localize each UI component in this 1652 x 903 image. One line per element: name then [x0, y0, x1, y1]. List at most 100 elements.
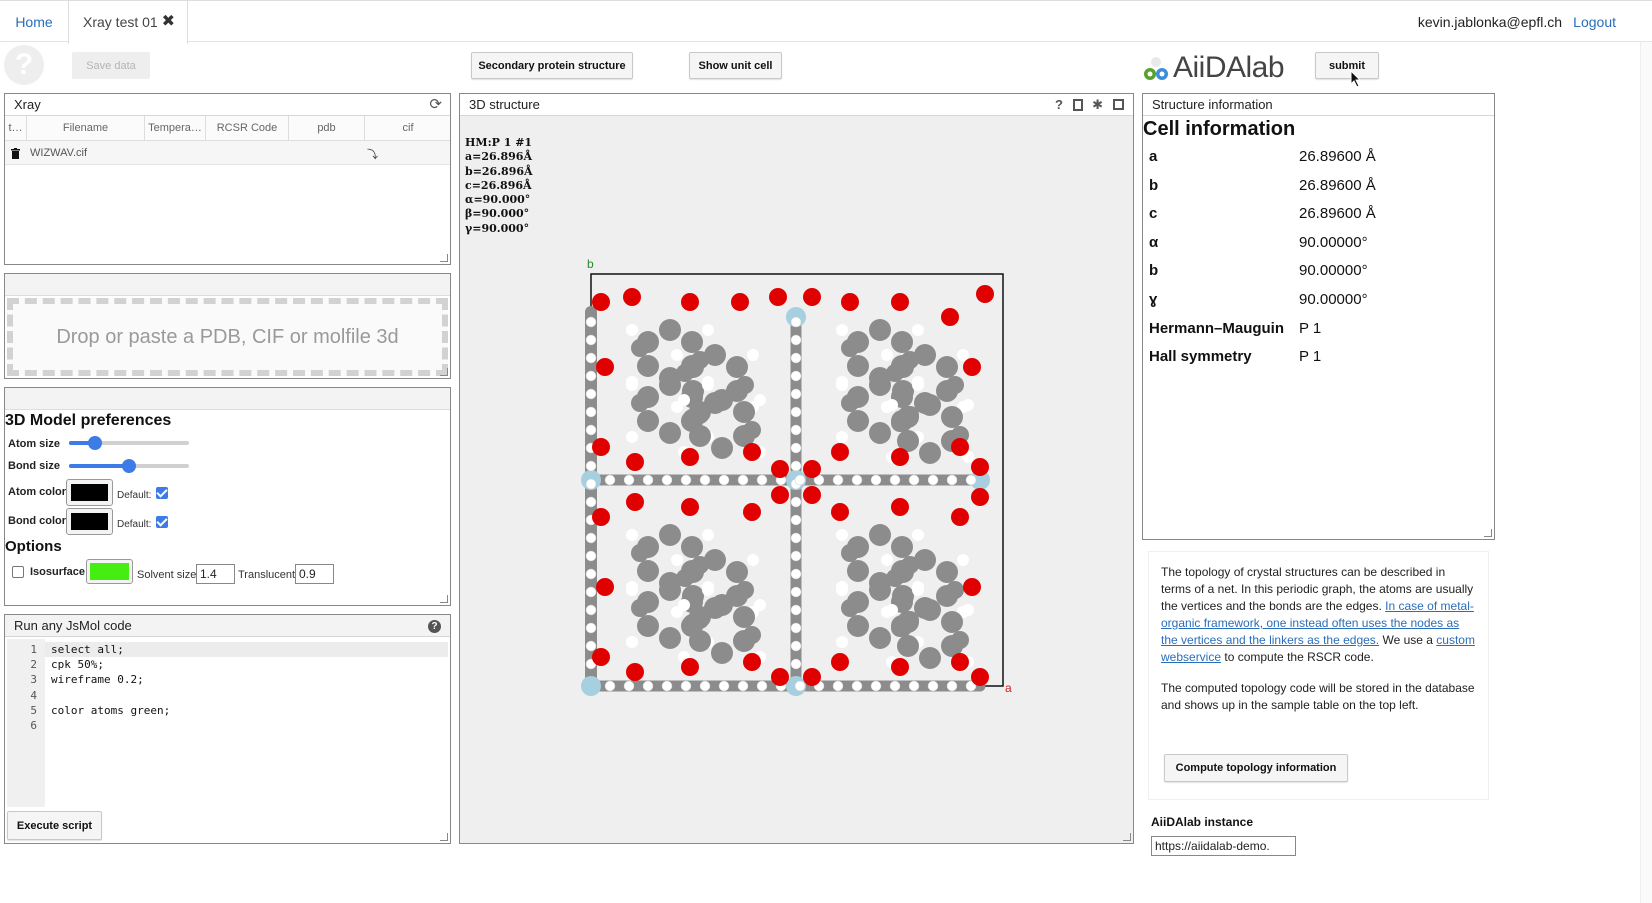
- col-header[interactable]: RCSR Code: [206, 116, 289, 140]
- info-key: c: [1149, 205, 1158, 223]
- atom-color-picker[interactable]: [66, 479, 113, 506]
- download-icon[interactable]: ⤵: [367, 146, 378, 162]
- info-key: Hermann–Mauguin: [1149, 319, 1285, 337]
- resize-handle[interactable]: [1484, 529, 1492, 537]
- atom-color-swatch: [71, 484, 108, 501]
- xray-panel-title: Xray: [14, 97, 41, 112]
- col-header[interactable]: Filename: [27, 116, 145, 140]
- solvent-size-input[interactable]: 1.4: [196, 564, 235, 584]
- atom-default-checkbox[interactable]: [156, 487, 168, 499]
- logout-link[interactable]: Logout: [1573, 1, 1616, 43]
- carbon-atom: [726, 561, 748, 583]
- tab-xray-test[interactable]: Xray test 01 ✖: [68, 1, 188, 44]
- isosurface-color-picker[interactable]: [86, 559, 133, 584]
- bond-default-checkbox[interactable]: [156, 516, 168, 528]
- hydrogen-atom: [962, 604, 974, 616]
- help-icon[interactable]: ?: [4, 45, 44, 85]
- carbon-atom: [869, 627, 891, 649]
- oxygen-atom: [592, 508, 610, 526]
- hydrogen-atom: [794, 474, 806, 486]
- copy-icon[interactable]: [1073, 99, 1083, 111]
- resize-handle[interactable]: [440, 595, 448, 603]
- translucent-label: Translucent:: [238, 569, 299, 581]
- col-header[interactable]: cif: [365, 116, 451, 140]
- hydrogen-atom: [680, 474, 692, 486]
- atom-size-label: Atom size: [8, 438, 60, 450]
- translucent-input[interactable]: 0.9: [295, 564, 334, 584]
- execute-script-button[interactable]: Execute script: [7, 811, 102, 840]
- instance-input[interactable]: https://aiidalab-demo.: [1151, 836, 1296, 856]
- info-key: a: [1149, 148, 1158, 165]
- oxygen-atom: [681, 658, 699, 676]
- code-line: 5 color atoms green;: [7, 703, 448, 718]
- hydrogen-atom: [678, 599, 690, 611]
- help-icon[interactable]: ?: [1055, 94, 1063, 116]
- submit-button[interactable]: submit: [1315, 52, 1379, 79]
- drop-zone[interactable]: Drop or paste a PDB, CIF or molfile 3d: [7, 298, 448, 376]
- help-circle-icon[interactable]: ?: [428, 620, 441, 633]
- bond-color-swatch: [71, 513, 108, 530]
- instance-label: AiiDAlab instance: [1151, 815, 1254, 829]
- carbon-atom: [659, 319, 681, 341]
- show-unit-cell-button[interactable]: Show unit cell: [689, 52, 782, 79]
- carbon-atom: [736, 581, 754, 599]
- table-row[interactable]: WIZWAV.cif ⤵: [5, 141, 450, 165]
- resize-handle[interactable]: [440, 833, 448, 841]
- hydrogen-atom: [790, 604, 802, 616]
- bug-icon[interactable]: ✱: [1092, 94, 1103, 116]
- close-icon[interactable]: ✖: [162, 1, 175, 43]
- tab-home[interactable]: Home: [0, 1, 68, 42]
- line-number: 4: [30, 688, 37, 702]
- carbon-atom: [919, 394, 941, 416]
- carbon-atom: [936, 356, 958, 378]
- col-header[interactable]: t…: [5, 116, 27, 140]
- hydrogen-atom: [585, 316, 597, 328]
- oxygen-atom: [841, 293, 859, 311]
- resize-handle[interactable]: [440, 254, 448, 262]
- carbon-atom: [897, 635, 919, 657]
- carbon-atom: [743, 421, 761, 439]
- carbon-atom: [659, 374, 681, 396]
- bond-size-slider[interactable]: [69, 459, 189, 473]
- structure-info-panel: Structure information Cell information a…: [1142, 93, 1495, 540]
- hydrogen-atom: [626, 324, 638, 336]
- info-key: b: [1149, 262, 1159, 280]
- save-data-button[interactable]: Save data: [72, 52, 150, 79]
- page-scrollbar[interactable]: [1640, 42, 1652, 903]
- slider-knob[interactable]: [122, 459, 136, 473]
- secondary-structure-button[interactable]: Secondary protein structure: [471, 52, 633, 79]
- code-line: 2 cpk 50%;: [7, 657, 448, 672]
- col-header[interactable]: pdb: [289, 116, 365, 140]
- trash-icon[interactable]: [11, 147, 20, 159]
- hydrogen-atom: [585, 532, 597, 544]
- oxygen-atom: [731, 293, 749, 311]
- hydrogen-atom: [585, 370, 597, 382]
- isosurface-checkbox[interactable]: [12, 566, 24, 578]
- carbon-atom: [637, 355, 659, 377]
- atom-size-slider[interactable]: [69, 436, 189, 450]
- col-header[interactable]: Tempera…: [145, 116, 206, 140]
- bond-color-picker[interactable]: [66, 508, 113, 535]
- code-editor[interactable]: 1 select all; 2 cpk 50%; 3 wireframe 0.2; 4 5 co…: [7, 639, 448, 807]
- options-title: Options: [5, 538, 62, 555]
- oxygen-atom: [963, 358, 981, 376]
- info-value: 26.89600 Å: [1299, 176, 1376, 194]
- carbon-atom: [689, 425, 711, 447]
- resize-handle[interactable]: [1123, 833, 1131, 841]
- info-value: 90.00000°: [1299, 291, 1368, 308]
- compute-topology-button[interactable]: Compute topology information: [1164, 754, 1348, 782]
- carbon-atom: [637, 410, 659, 432]
- carbon-atom: [704, 549, 726, 571]
- carbon-atom: [659, 422, 681, 444]
- hydrogen-atom: [604, 680, 616, 692]
- refresh-icon[interactable]: ⟳: [429, 94, 442, 116]
- hydrogen-atom: [790, 424, 802, 436]
- carbon-atom: [631, 544, 649, 562]
- solvent-size-value: 1.4: [200, 567, 217, 581]
- molecule-viewer[interactable]: b a: [460, 117, 1133, 844]
- slider-knob[interactable]: [88, 436, 103, 450]
- hydrogen-atom: [790, 388, 802, 400]
- resize-handle[interactable]: [440, 368, 448, 376]
- hydrogen-atom: [626, 431, 638, 443]
- fullscreen-icon[interactable]: [1113, 99, 1124, 110]
